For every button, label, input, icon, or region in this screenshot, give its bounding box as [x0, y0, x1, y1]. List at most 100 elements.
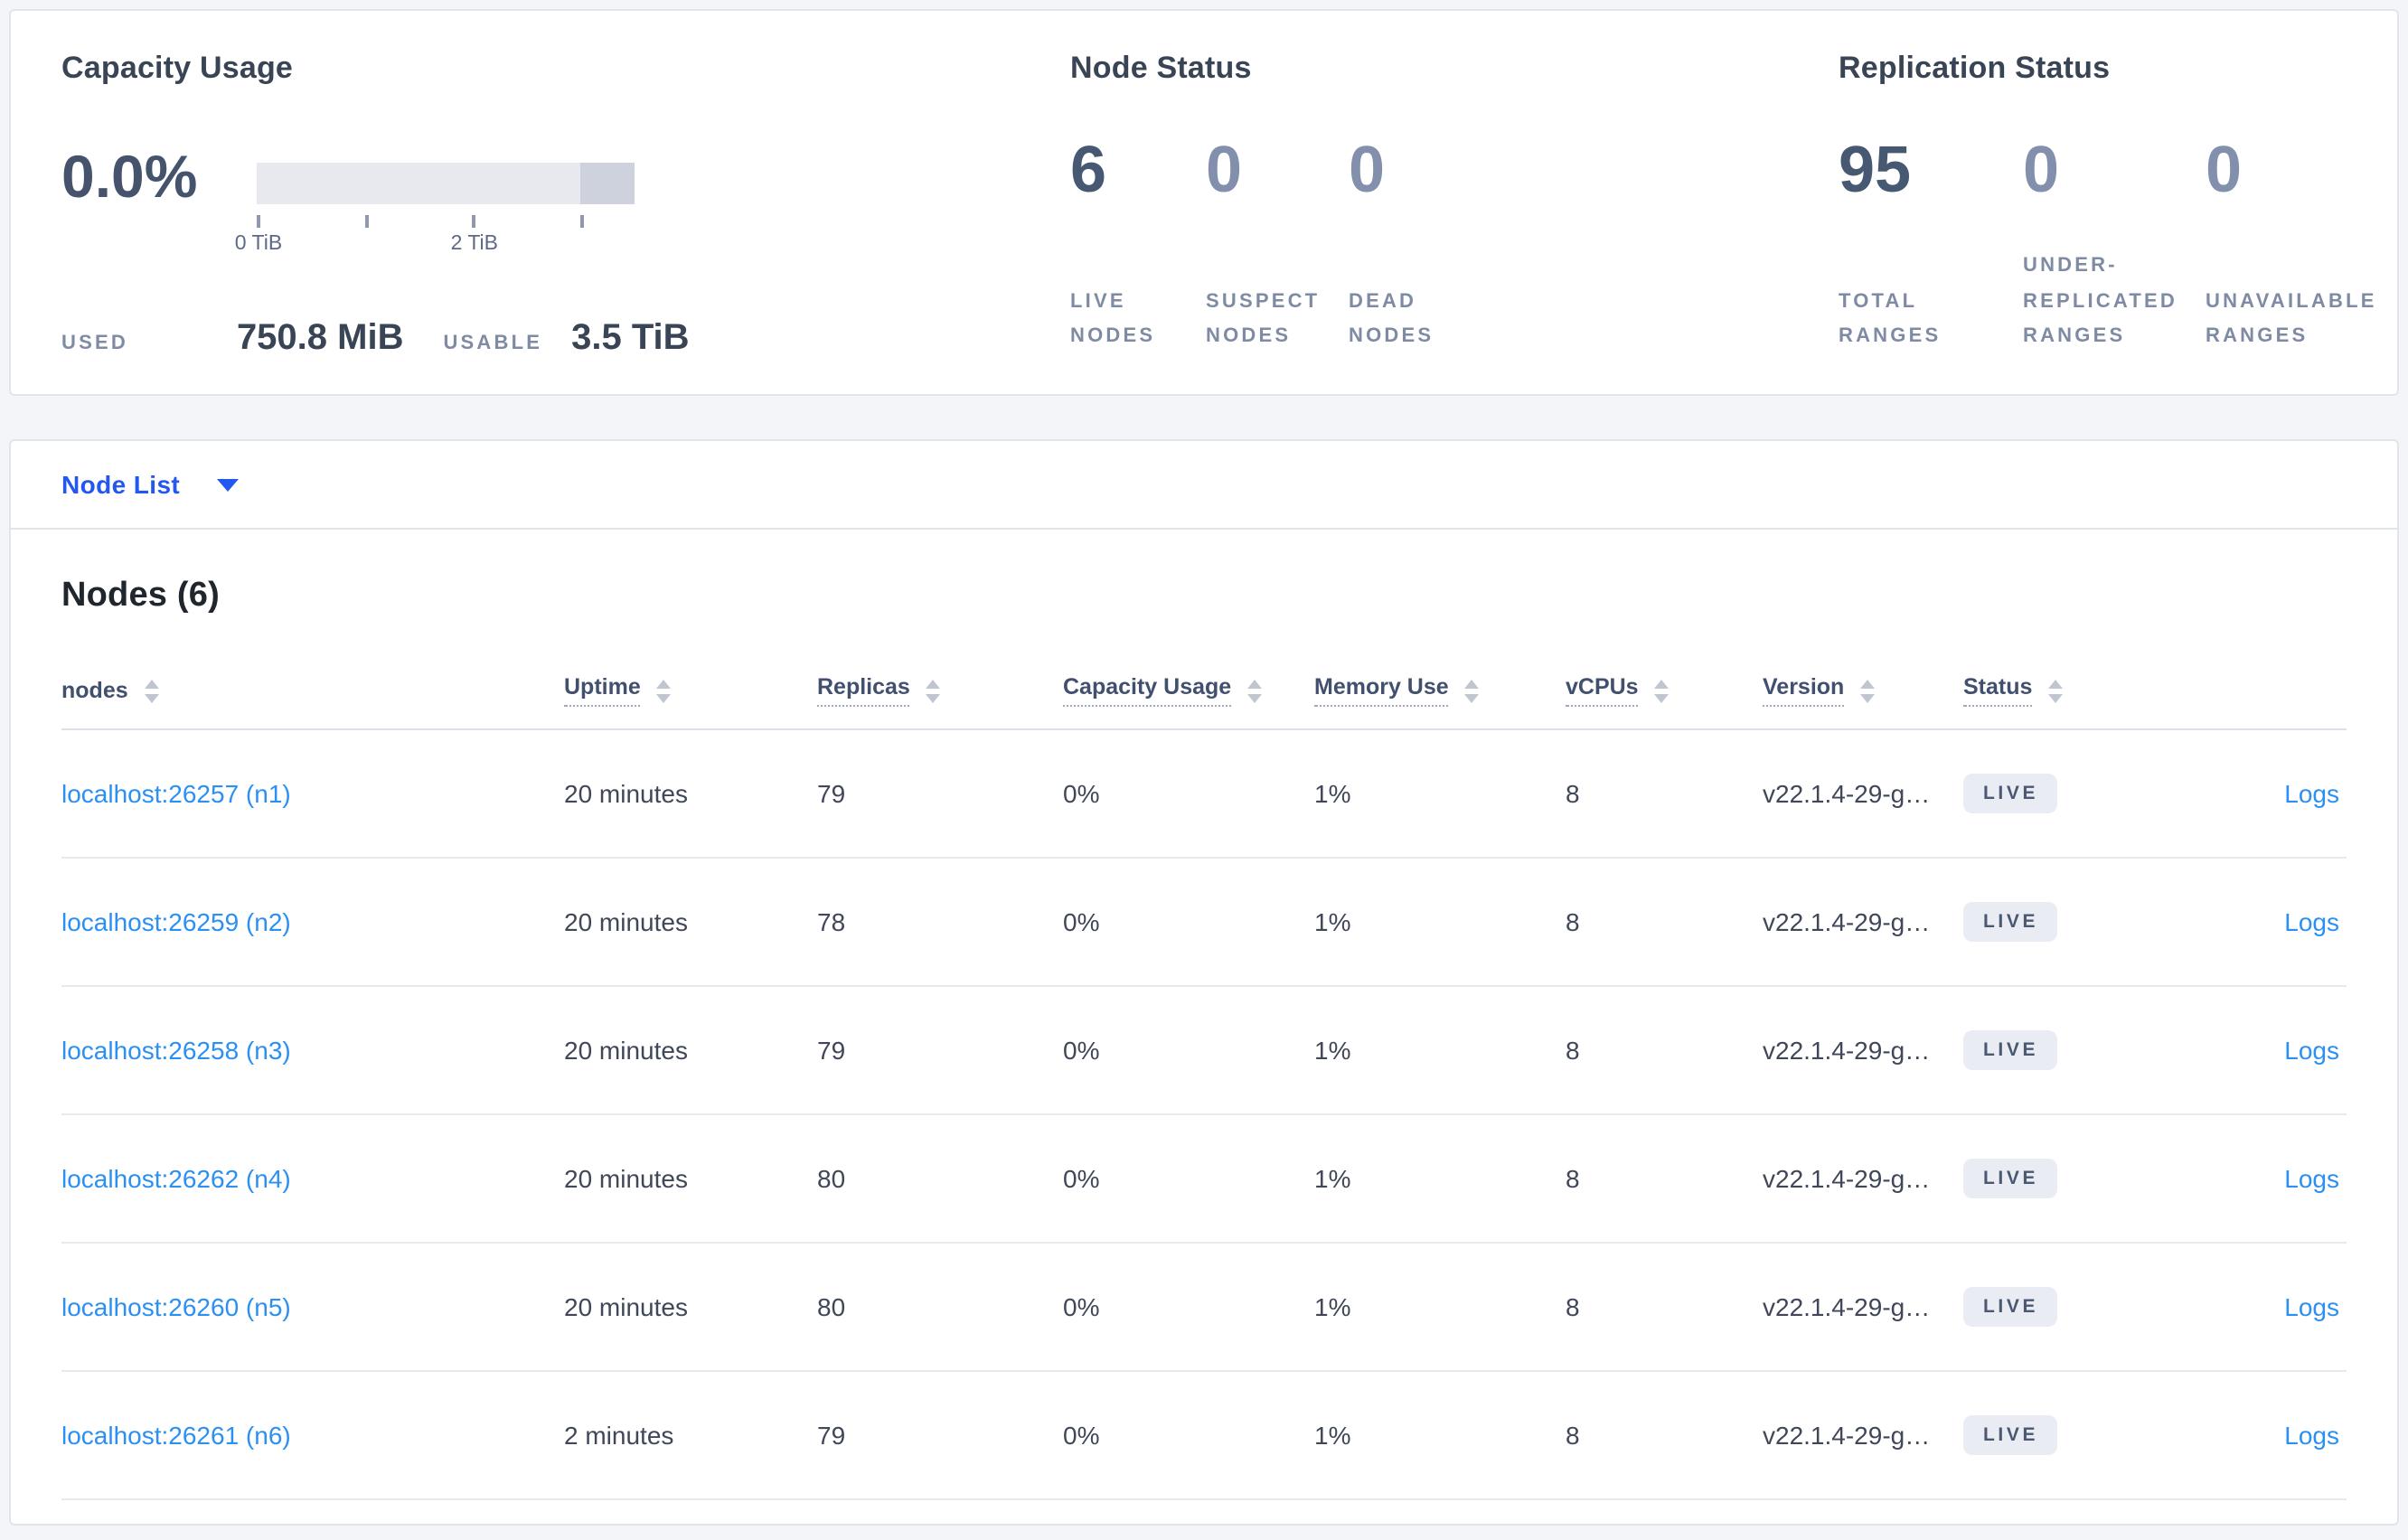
live-nodes-label: LIVE NODES — [1070, 290, 1156, 347]
node-link[interactable]: localhost:26257 (n1) — [61, 779, 291, 808]
table-row-n4: localhost:26262 (n4) 20 minutes 80 0% 1%… — [61, 1115, 2347, 1244]
chevron-down-icon — [216, 478, 239, 491]
column-header-capacity-usage[interactable]: Capacity Usage — [1063, 674, 1314, 707]
status-badge: LIVE — [1963, 902, 2057, 942]
live-nodes-stat: 6 LIVE NODES — [1070, 51, 1200, 394]
node-link[interactable]: localhost:26261 (n6) — [61, 1421, 291, 1450]
node-link[interactable]: localhost:26260 (n5) — [61, 1292, 291, 1321]
status-badge: LIVE — [1963, 1415, 2057, 1455]
capacity-usage-title: Capacity Usage — [61, 51, 294, 85]
sort-icon — [1860, 679, 1876, 702]
total-ranges-stat: 95 TOTAL RANGES — [1839, 51, 2005, 394]
unavailable-ranges-stat: 0 UNAVAILABLE RANGES — [2206, 51, 2408, 394]
dead-nodes-stat: 0 DEAD NODES — [1349, 51, 1493, 394]
logs-link[interactable]: Logs — [2284, 779, 2339, 808]
column-header-nodes[interactable]: nodes — [61, 678, 564, 703]
replicas-cell: 80 — [817, 1164, 846, 1193]
sort-icon — [144, 679, 159, 702]
column-header-memory-use[interactable]: Memory Use — [1314, 674, 1566, 707]
axis-tick — [580, 215, 585, 228]
table-row-n5: localhost:26260 (n5) 20 minutes 80 0% 1%… — [61, 1244, 2347, 1372]
suspect-nodes-value: 0 — [1206, 132, 1243, 206]
suspect-nodes-label: SUSPECT NODES — [1206, 290, 1321, 347]
version-cell: v22.1.4-29-g… — [1763, 779, 1931, 808]
vcpus-cell: 8 — [1566, 779, 1580, 808]
column-header-label: nodes — [61, 678, 128, 703]
table-row-n2: localhost:26259 (n2) 20 minutes 78 0% 1%… — [61, 859, 2347, 987]
capacity-bar-unusable-segment — [580, 163, 635, 204]
node-status-section: Node Status 6 LIVE NODES 0 SUSPECT NODES… — [1070, 51, 1667, 394]
node-link[interactable]: localhost:26262 (n4) — [61, 1164, 291, 1193]
column-header-label: vCPUs — [1566, 674, 1639, 707]
total-ranges-value: 95 — [1839, 132, 1912, 206]
under-replicated-ranges-label: UNDER-REPLICATED RANGES — [2023, 255, 2178, 347]
memory-cell: 1% — [1314, 1421, 1351, 1450]
column-header-uptime[interactable]: Uptime — [564, 674, 817, 707]
version-cell: v22.1.4-29-g… — [1763, 907, 1931, 936]
sort-icon — [926, 679, 941, 702]
version-cell: v22.1.4-29-g… — [1763, 1036, 1931, 1065]
node-list-dropdown[interactable]: Node List — [61, 470, 239, 499]
vcpus-cell: 8 — [1566, 1421, 1580, 1450]
column-header-label: Status — [1963, 674, 2033, 707]
sort-icon — [1464, 679, 1480, 702]
capacity-cell: 0% — [1063, 1292, 1100, 1321]
column-header-label: Capacity Usage — [1063, 674, 1232, 707]
vcpus-cell: 8 — [1566, 1164, 1580, 1193]
replicas-cell: 80 — [817, 1292, 846, 1321]
column-header-version[interactable]: Version — [1763, 674, 1963, 707]
capacity-cell: 0% — [1063, 779, 1100, 808]
used-label: USED — [61, 333, 128, 354]
axis-tick — [364, 215, 369, 228]
replication-status-section: Replication Status 95 TOTAL RANGES 0 UND… — [1839, 51, 2408, 394]
column-header-replicas[interactable]: Replicas — [817, 674, 1063, 707]
logs-link[interactable]: Logs — [2284, 907, 2339, 936]
memory-cell: 1% — [1314, 1036, 1351, 1065]
unavailable-ranges-label: UNAVAILABLE RANGES — [2206, 290, 2377, 347]
replicas-cell: 79 — [817, 779, 846, 808]
cluster-summary-card: Capacity Usage 0.0% 0 TiB 2 TiB USED 750… — [9, 9, 2399, 396]
vcpus-cell: 8 — [1566, 1292, 1580, 1321]
logs-link[interactable]: Logs — [2284, 1036, 2339, 1065]
capacity-cell: 0% — [1063, 907, 1100, 936]
version-cell: v22.1.4-29-g… — [1763, 1292, 1931, 1321]
table-row-n6: localhost:26261 (n6) 2 minutes 79 0% 1% … — [61, 1372, 2347, 1500]
uptime-cell: 2 minutes — [564, 1421, 674, 1450]
capacity-used-usable-row: USED 750.8 MiB USABLE 3.5 TiB — [61, 318, 690, 360]
replicas-cell: 79 — [817, 1421, 846, 1450]
node-link[interactable]: localhost:26259 (n2) — [61, 907, 291, 936]
cluster-overview-page: Capacity Usage 0.0% 0 TiB 2 TiB USED 750… — [0, 0, 2408, 1540]
logs-link[interactable]: Logs — [2284, 1292, 2339, 1321]
logs-link[interactable]: Logs — [2284, 1164, 2339, 1193]
uptime-cell: 20 minutes — [564, 1164, 688, 1193]
column-header-vcpus[interactable]: vCPUs — [1566, 674, 1763, 707]
capacity-cell: 0% — [1063, 1036, 1100, 1065]
column-header-status[interactable]: Status — [1963, 674, 2162, 707]
status-badge: LIVE — [1963, 1159, 2057, 1198]
version-cell: v22.1.4-29-g… — [1763, 1164, 1931, 1193]
logs-link[interactable]: Logs — [2284, 1421, 2339, 1450]
column-header-label: Uptime — [564, 674, 641, 707]
table-header-row: nodes Uptime Replicas Capacity Usage Mem… — [61, 653, 2347, 730]
replicas-cell: 79 — [817, 1036, 846, 1065]
uptime-cell: 20 minutes — [564, 1036, 688, 1065]
usable-label: USABLE — [443, 333, 543, 354]
axis-tick-label-2: 2 TiB — [450, 233, 498, 255]
sort-icon — [2048, 679, 2064, 702]
dead-nodes-label: DEAD NODES — [1349, 290, 1434, 347]
column-header-label: Replicas — [817, 674, 910, 707]
sort-icon — [1654, 679, 1670, 702]
memory-cell: 1% — [1314, 779, 1351, 808]
node-link[interactable]: localhost:26258 (n3) — [61, 1036, 291, 1065]
dead-nodes-value: 0 — [1349, 132, 1386, 206]
capacity-percent-value: 0.0% — [61, 143, 198, 210]
view-selector-bar: Node List — [11, 441, 2397, 530]
column-header-label: Memory Use — [1314, 674, 1449, 707]
status-badge: LIVE — [1963, 774, 2057, 813]
capacity-cell: 0% — [1063, 1421, 1100, 1450]
version-cell: v22.1.4-29-g… — [1763, 1421, 1931, 1450]
table-row-n1: localhost:26257 (n1) 20 minutes 79 0% 1%… — [61, 730, 2347, 859]
table-row-n3: localhost:26258 (n3) 20 minutes 79 0% 1%… — [61, 987, 2347, 1115]
uptime-cell: 20 minutes — [564, 907, 688, 936]
sort-icon — [656, 679, 672, 702]
